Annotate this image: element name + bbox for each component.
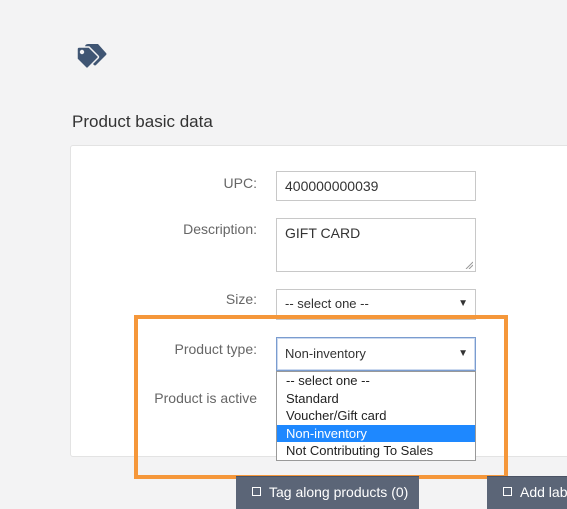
dropdown-option[interactable]: Standard	[277, 390, 475, 408]
tag-along-products-button[interactable]: Tag along products (0)	[236, 476, 419, 509]
description-textarea[interactable]: GIFT CARD	[276, 218, 476, 272]
product-type-dropdown: -- select one -- Standard Voucher/Gift c…	[276, 371, 476, 461]
description-value: GIFT CARD	[285, 225, 361, 241]
dropdown-option-selected[interactable]: Non-inventory	[277, 424, 475, 443]
window-icon	[252, 487, 261, 496]
size-select[interactable]: -- select one -- ▼	[276, 289, 476, 320]
upc-input[interactable]: 400000000039	[276, 171, 476, 201]
product-type-label: Product type:	[174, 341, 258, 357]
chevron-down-icon: ▼	[458, 348, 468, 359]
plus-square-icon	[503, 487, 512, 496]
product-active-label: Product is active	[154, 390, 257, 406]
size-label: Size:	[225, 291, 257, 307]
description-label: Description:	[183, 221, 257, 237]
section-title: Product basic data	[72, 112, 213, 131]
dropdown-option[interactable]: -- select one --	[277, 372, 475, 390]
size-select-value: -- select one --	[285, 296, 369, 311]
product-type-select[interactable]: Non-inventory ▼	[276, 337, 476, 371]
add-label-button[interactable]: Add lab	[487, 476, 567, 509]
product-type-select-value: Non-inventory	[285, 346, 366, 361]
tags-icon	[76, 44, 107, 70]
dropdown-option[interactable]: Voucher/Gift card	[277, 407, 475, 425]
tag-along-products-label: Tag along products (0)	[269, 484, 409, 500]
dropdown-option[interactable]: Not Contributing To Sales	[277, 442, 475, 460]
upc-label: UPC:	[223, 175, 257, 191]
resize-grip-icon[interactable]	[465, 261, 473, 269]
add-label-text: Add lab	[520, 484, 567, 500]
chevron-down-icon: ▼	[458, 298, 468, 309]
